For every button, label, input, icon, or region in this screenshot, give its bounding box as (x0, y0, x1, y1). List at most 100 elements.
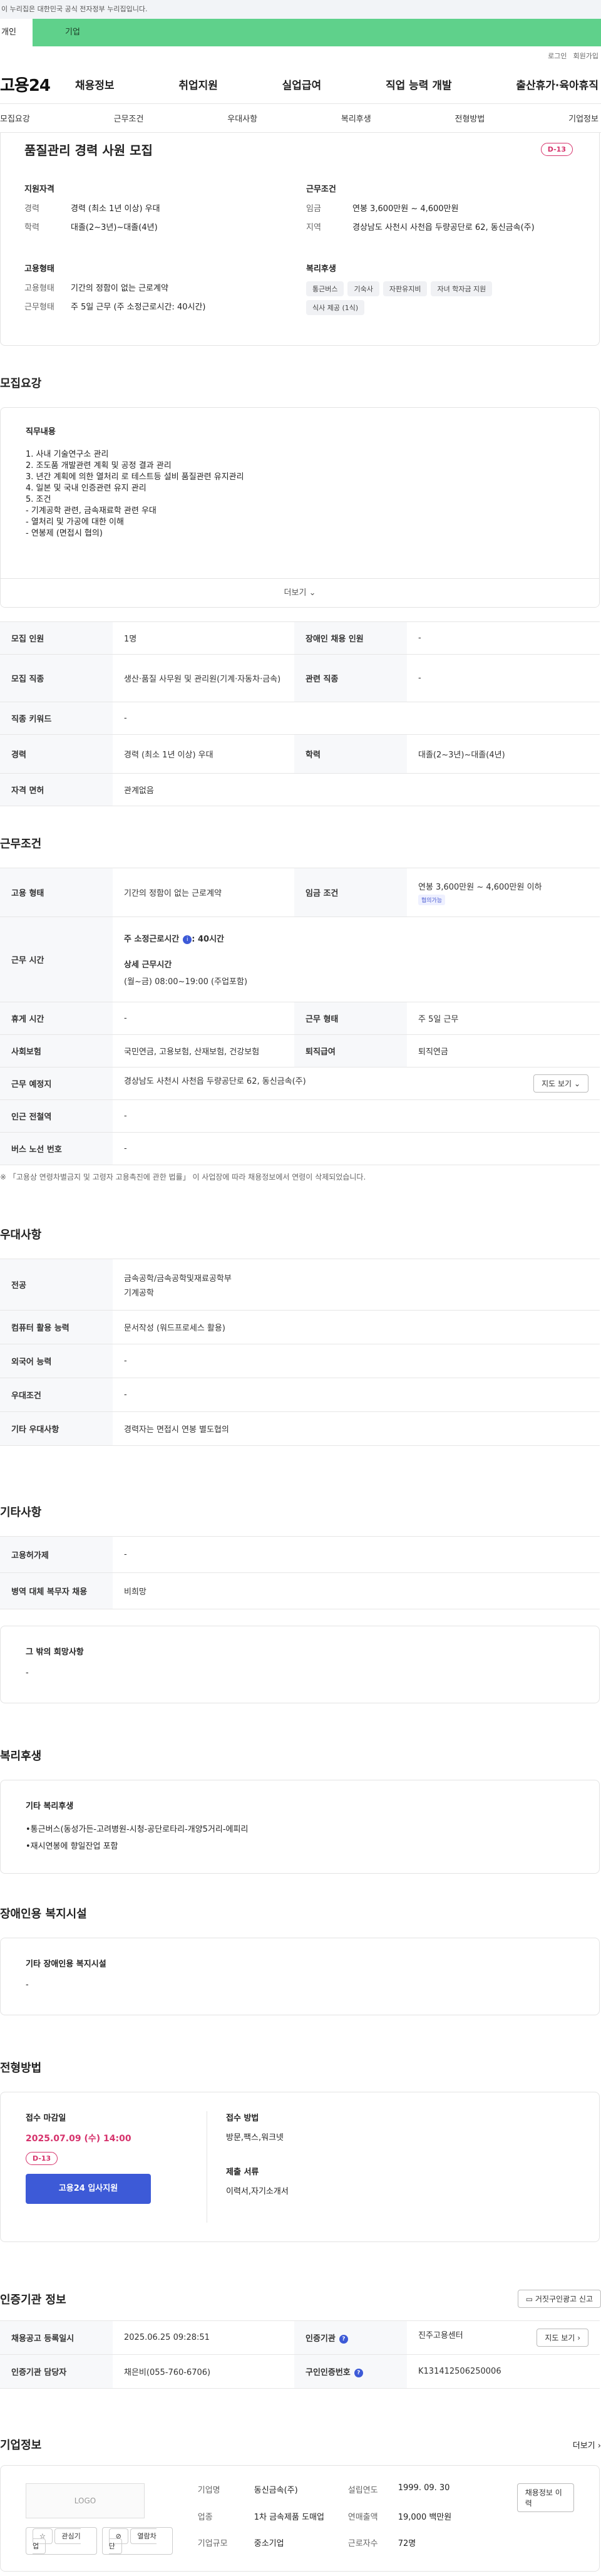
company-more-label: 더보기 (572, 2441, 595, 2451)
method-value: 방문,팩스,워크넷 (226, 2133, 284, 2142)
wage-value: 연봉 3,600만원 ~ 4,600만원 (352, 204, 459, 214)
apply-button[interactable]: 고용24 입사지원 (26, 2174, 151, 2204)
company-sales-value: 19,000 백만원 (398, 2512, 452, 2522)
table-row: 우대조건 - (0, 1378, 600, 1412)
cert-table: 채용공고 등록일시 2025.06.25 09:28:51 인증기관? 진주고용센터 지… (0, 2320, 600, 2389)
site-logo[interactable]: 고용24 (0, 73, 75, 96)
tab-recruit[interactable]: 모집요강 (0, 112, 30, 124)
tab-company[interactable]: 기업 (33, 19, 601, 46)
cell-label: 인증기관 (306, 2334, 336, 2344)
tab-process[interactable]: 전형방법 (455, 112, 485, 124)
cell-label: 근무 시간 (0, 917, 113, 1002)
cell-value: 생산·품질 사무원 및 관리원(기계·자동차·금속) (113, 654, 294, 702)
login-link[interactable]: 로그인 (548, 51, 567, 61)
global-nav: 고용24 채용정보 취업지원 실업급여 직업 능력 개발 출산휴가·육아휴직 (0, 65, 601, 104)
welfare-detail-heading: 기타 복리후생 (26, 1802, 74, 1811)
chevron-down-icon: ⌄ (573, 1079, 580, 1088)
company-industry-label: 업종 (197, 2512, 213, 2522)
cert-num-label-cell: 구인인증번호? (294, 2354, 407, 2389)
condition-block: 근무조건 임금 연봉 3,600만원 ~ 4,600만원 지역 경상남도 사천시 사… (306, 182, 575, 239)
work-title: 근무조건 (0, 838, 42, 851)
pref-title: 우대사항 (0, 1228, 42, 1242)
org-map-button[interactable]: 지도 보기 › (537, 2329, 588, 2347)
gnb-item-leave[interactable]: 출산휴가·육아휴직 (516, 76, 598, 92)
report-button[interactable]: ▭ 거짓구인광고 신고 (517, 2290, 601, 2308)
company-sales-label: 연매출액 (347, 2512, 378, 2522)
table-row: 모집 인원 1명 장애인 채용 인원 - (0, 621, 600, 655)
gnb-item-jobs[interactable]: 채용정보 (75, 76, 115, 92)
age-note: ※ 「고용상 연령차별금지 및 고령자 고용촉진에 관한 법률」 이 사업장에 … (0, 1173, 366, 1182)
duty-line: 3. 년간 계획에 의한 열처리 로 테스트등 설비 품질관련 유지관리 (26, 472, 244, 482)
chevron-down-icon: ⌄ (309, 588, 316, 598)
cell-label: 사회보험 (0, 1034, 113, 1067)
docs-value: 이력서,자기소개서 (226, 2187, 289, 2196)
cell-value: - (407, 621, 600, 655)
welfare-tag: 통근버스 (306, 281, 344, 296)
disabled-card: 기타 장애인용 복지시설 - (0, 1938, 600, 2015)
block-button[interactable]: ⊘ 열람차단 (101, 2527, 173, 2555)
tab-preference[interactable]: 우대사항 (227, 112, 257, 124)
cert-title: 인증기관 정보 (0, 2293, 66, 2307)
major-value: 금속공학/금속공학및재료공학부 (124, 1274, 232, 1284)
cell-value: 경력자는 면접시 연봉 별도협의 (113, 1411, 600, 1446)
info-icon[interactable]: ? (339, 2334, 348, 2344)
employment-heading: 고용형태 (24, 264, 54, 274)
cell-value: 채은비(055-760-6706) (113, 2354, 294, 2389)
dday-badge: D-13 (540, 143, 573, 156)
cell-value: K131412506250006 (407, 2354, 600, 2389)
emptype-label: 고용형태 (24, 284, 54, 293)
cell-label: 경력 (0, 734, 113, 774)
document-icon: ▭ (525, 2295, 533, 2303)
cell-value: 대졸(2~3년)~대졸(4년) (407, 734, 600, 774)
company-name-value: 동신금속(주) (254, 2486, 298, 2495)
welfare-tag: 식사 제공 (1식) (306, 300, 365, 315)
gov-banner: 이 누리집은 대한민국 공식 전자정부 누리집입니다. (0, 0, 601, 19)
info-icon[interactable]: i (183, 935, 192, 944)
cell-value: 주 5일 근무 (407, 1002, 600, 1035)
duty-line: - 열처리 및 가공에 대한 이해 (26, 517, 124, 527)
table-row: 컴퓨터 활용 능력 문서작성 (워드프로세스 활용) (0, 1310, 600, 1344)
duty-line: - 기계공학 관련, 금속재료학 관련 우대 (26, 506, 157, 516)
welfare-block: 복리후생 통근버스 기숙사 자판유지비 자녀 학자금 지원 식사 제공 (1식) (306, 262, 575, 319)
tab-conditions[interactable]: 근무조건 (114, 112, 144, 124)
map-button[interactable]: 지도 보기 ⌄ (533, 1074, 588, 1093)
company-size-value: 중소기업 (254, 2539, 284, 2549)
gnb-item-support[interactable]: 취업지원 (178, 76, 218, 92)
condition-heading: 근무조건 (306, 185, 336, 194)
docs-heading: 제출 서류 (226, 2168, 259, 2177)
map-button-label: 지도 보기 (542, 1079, 572, 1088)
duty-line: 5. 조건 (26, 495, 51, 504)
company-more-link[interactable]: 더보기 › (573, 2439, 601, 2451)
company-employees-label: 근로자수 (347, 2539, 378, 2549)
region-label: 지역 (306, 223, 321, 232)
cell-label: 임금 조건 (294, 868, 407, 917)
table-row: 인증기관 담당자 채은비(055-760-6706) 구인인증번호? K1314125… (0, 2354, 600, 2389)
tab-welfare[interactable]: 복리후생 (341, 112, 371, 124)
gnb-item-unemployment[interactable]: 실업급여 (282, 76, 322, 92)
info-icon[interactable]: ? (354, 2368, 363, 2377)
table-row: 자격 면허 관계없음 (0, 773, 600, 806)
tab-company[interactable]: 기업정보 (568, 112, 598, 124)
favorite-button[interactable]: ☆ 관심기업 (26, 2527, 97, 2555)
gnb-menu: 채용정보 취업지원 실업급여 직업 능력 개발 출산휴가·육아휴직 (75, 76, 601, 92)
table-row: 외국어 능력 - (0, 1344, 600, 1378)
signup-link[interactable]: 회원가입 (573, 51, 598, 61)
more-button[interactable]: 더보기 ⌄ (1, 578, 599, 607)
cell-label: 모집 인원 (0, 621, 113, 655)
cell-label: 학력 (294, 734, 407, 774)
table-row: 채용공고 등록일시 2025.06.25 09:28:51 인증기관? 진주고용센터 지… (0, 2320, 600, 2355)
tab-personal[interactable]: 개인 (0, 19, 33, 46)
company-employees-value: 72명 (398, 2539, 416, 2549)
cell-value: 국민연금, 고용보험, 산재보험, 건강보험 (113, 1034, 294, 1067)
user-type-switch: 개인 기업 (0, 19, 601, 46)
education-label: 학력 (24, 223, 39, 232)
org-map-label: 지도 보기 (545, 2334, 575, 2342)
job-history-button[interactable]: 채용정보 이력 (516, 2483, 574, 2512)
gnb-item-training[interactable]: 직업 능력 개발 (386, 76, 452, 92)
chevron-right-icon: › (577, 2334, 580, 2342)
cell-label: 기타 우대사항 (0, 1411, 113, 1446)
table-row: 병역 대체 복무자 채용 비희망 (0, 1572, 600, 1609)
job-title: 품질관리 경력 사원 모집 (24, 143, 153, 158)
career-label: 경력 (24, 204, 39, 214)
major-value: 기계공학 (124, 1288, 154, 1298)
